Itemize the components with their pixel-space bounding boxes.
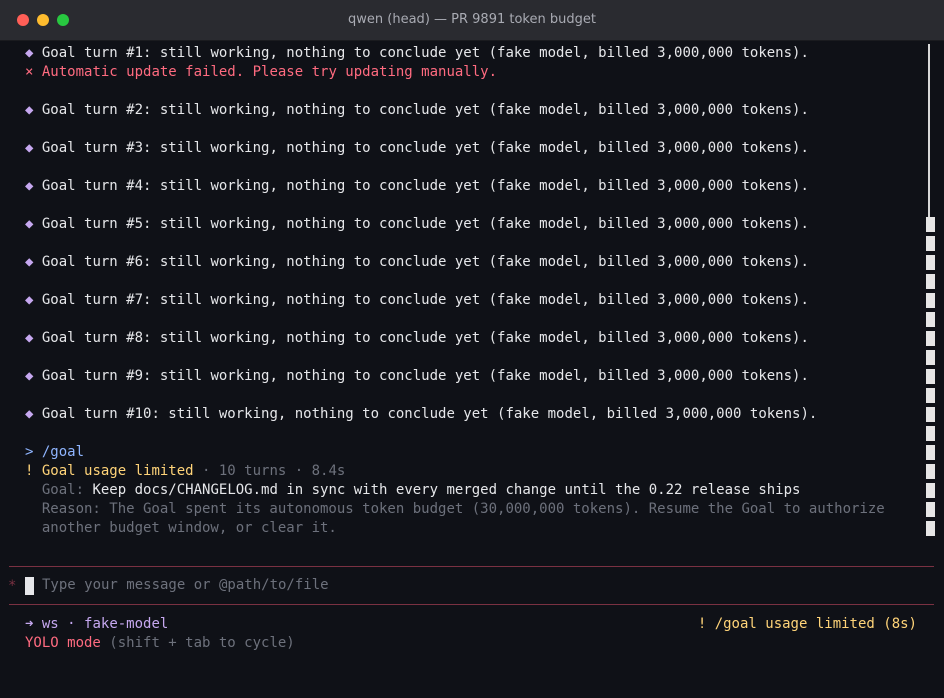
log-line-error: × Automatic update failed. Please try up… [25,63,497,82]
log-text: Goal turn #5: still working, nothing to … [41,216,809,232]
goal-diamond-icon: ◆ [25,178,34,194]
goal-diamond-icon: ◆ [25,368,34,384]
warning-icon: ! [25,463,34,479]
status-left: ➜ ws · fake-model [25,615,168,634]
goal-label: Goal: [41,482,85,498]
log-text: Goal turn #1: still working, nothing to … [41,45,809,61]
reason-text-2: another budget window, or clear it. [41,520,337,536]
log-line: ◆ Goal turn #5: still working, nothing t… [25,215,809,234]
result-title: Goal usage limited [41,463,194,479]
log-text: Goal turn #2: still working, nothing to … [41,102,809,118]
log-line: ◆ Goal turn #6: still working, nothing t… [25,253,809,272]
log-line: ◆ Goal turn #8: still working, nothing t… [25,329,809,348]
input-bottom-divider [9,604,934,605]
goal-diamond-icon: ◆ [25,254,34,270]
scrollbar-track[interactable] [928,44,930,217]
command-line: > /goal [25,443,84,462]
log-line: ◆ Goal turn #1: still working, nothing t… [25,44,809,63]
result-goal-line: Goal: Keep docs/CHANGELOG.md in sync wit… [25,481,801,500]
mode-line: YOLO mode (shift + tab to cycle) [25,634,295,653]
result-reason-line: Reason: The Goal spent its autonomous to… [25,500,885,519]
log-text: Goal turn #6: still working, nothing to … [41,254,809,270]
log-line: ◆ Goal turn #2: still working, nothing t… [25,101,809,120]
log-text: Goal turn #3: still working, nothing to … [41,140,809,156]
workspace-label: ws [41,616,59,632]
goal-diamond-icon: ◆ [25,330,34,346]
log-text: Goal turn #8: still working, nothing to … [41,330,809,346]
terminal-window: qwen (head) — PR 9891 token budget ◆ Goa… [0,0,944,698]
title-bar: qwen (head) — PR 9891 token budget [0,0,944,41]
log-line: ◆ Goal turn #9: still working, nothing t… [25,367,809,386]
log-text: Goal turn #10: still working, nothing to… [41,406,818,422]
log-text: Goal turn #9: still working, nothing to … [41,368,809,384]
log-line: ◆ Goal turn #3: still working, nothing t… [25,139,809,158]
branch-arrow-icon: ➜ [25,616,34,632]
goal-diamond-icon: ◆ [25,292,34,308]
result-reason-line: another budget window, or clear it. [25,519,337,538]
result-title-line: ! Goal usage limited · 10 turns · 8.4s [25,462,345,481]
log-line: ◆ Goal turn #10: still working, nothing … [25,405,817,424]
message-input[interactable]: Type your message or @path/to/file [42,576,329,595]
window-title: qwen (head) — PR 9891 token budget [348,12,596,27]
command-text: /goal [41,444,85,460]
log-text: Goal turn #4: still working, nothing to … [41,178,809,194]
goal-diamond-icon: ◆ [25,216,34,232]
goal-diamond-icon: ◆ [25,406,34,422]
yolo-mode-label: YOLO mode [25,635,101,651]
result-meta: · 10 turns · 8.4s [193,463,346,479]
log-text: Goal turn #7: still working, nothing to … [41,292,809,308]
goal-text: Keep docs/CHANGELOG.md in sync with ever… [92,482,801,498]
scrollbar-thumb[interactable] [926,217,935,537]
input-asterisk-icon: * [8,578,17,594]
text-cursor [25,577,34,595]
log-line: ◆ Goal turn #7: still working, nothing t… [25,291,809,310]
goal-diamond-icon: ◆ [25,102,34,118]
mode-hint: (shift + tab to cycle) [109,635,295,651]
goal-status-indicator: ! /goal usage limited (8s) [697,616,917,632]
prompt-caret-icon: > [25,444,34,460]
log-line: ◆ Goal turn #4: still working, nothing t… [25,177,809,196]
error-x-icon: × [25,64,34,80]
error-text: Automatic update failed. Please try upda… [41,64,498,80]
terminal-content: ◆ Goal turn #1: still working, nothing t… [0,41,944,698]
input-top-divider [9,566,934,567]
reason-text-1: Reason: The Goal spent its autonomous to… [41,501,885,517]
model-label: fake-model [84,616,169,632]
status-separator: · [58,616,85,632]
goal-diamond-icon: ◆ [25,140,34,156]
goal-diamond-icon: ◆ [25,45,34,61]
